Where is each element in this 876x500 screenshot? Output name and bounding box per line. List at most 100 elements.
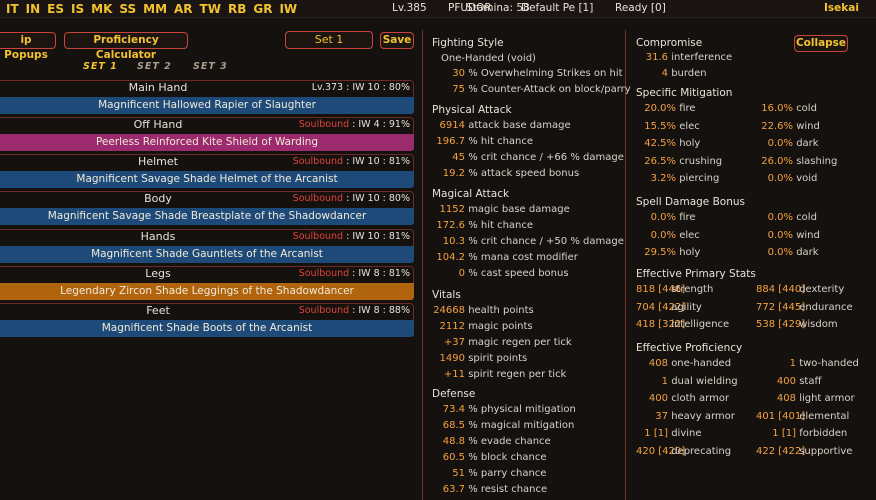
stat-value: 704 [422] <box>636 301 686 313</box>
slot-stats: : IW 8 : 88% <box>349 305 410 316</box>
stat-row: 60.5 % block chance <box>425 452 547 463</box>
equipment-slot[interactable]: Feet Soulbound : IW 8 : 88% Magnificent Sh… <box>0 303 416 337</box>
nav-link[interactable]: MM <box>143 2 167 16</box>
stat-value: 818 [446] <box>636 284 686 295</box>
top-bar: IT IN ES IS MK SS MM AR TW RB GR IW Stamina: 58 Lv.… <box>0 0 876 18</box>
equipment-slot[interactable]: Main Hand Lv.373 : IW 10 : 80% Magnificent… <box>0 80 416 114</box>
equipment-slot[interactable]: Off Hand Soulbound : IW 4 : 91% Peerless R… <box>0 117 416 151</box>
nav-link[interactable]: AR <box>174 2 193 16</box>
stat-label: cold <box>796 103 817 114</box>
slot-info: Lv.373 : IW 10 : 80% <box>312 82 410 93</box>
nav-link[interactable]: IS <box>71 2 84 16</box>
nav-link[interactable]: MK <box>91 2 112 16</box>
soulbound-label: Soulbound <box>298 268 350 279</box>
slot-name: Helmet <box>138 155 178 168</box>
section-title: Fighting Style <box>432 37 504 49</box>
stat-row: 818 [446] strength <box>636 284 713 295</box>
stat-label: % block chance <box>468 452 547 463</box>
stat-label: % mana cost modifier <box>468 252 578 263</box>
ready-status[interactable]: Ready [0] <box>615 2 666 14</box>
item-bar[interactable]: Magnificent Shade Gauntlets of the Arcan… <box>0 246 414 263</box>
stat-label: % resist chance <box>468 484 548 495</box>
stat-label: light armor <box>799 393 855 404</box>
stat-label: dexterity <box>799 284 845 295</box>
stat-value: 10.3 <box>442 236 465 247</box>
divider-right <box>625 30 626 500</box>
stat-value: 1 [1] <box>772 428 796 439</box>
nav-link[interactable]: ES <box>47 2 64 16</box>
stat-row: 0.0% wind <box>756 230 820 241</box>
stat-row: 408 one-handed <box>636 358 731 369</box>
stat-row: 26.0% slashing <box>756 156 837 167</box>
section-title: Specific Mitigation <box>636 87 733 99</box>
collapse-button[interactable]: Collapse <box>794 35 848 52</box>
tab-set-3[interactable]: SET 3 <box>193 61 228 72</box>
nav-link[interactable]: SS <box>119 2 136 16</box>
stat-row: +37 magic regen per tick <box>425 337 572 348</box>
stat-label: crushing <box>679 155 723 167</box>
slot-info: Soulbound : IW 8 : 81% <box>299 268 410 279</box>
stat-label: one-handed <box>671 358 732 369</box>
stat-row: 10.3 % crit chance / +50 % damage <box>425 236 624 247</box>
stat-row: 0.0% dark <box>756 138 819 149</box>
nav-link[interactable]: GR <box>253 2 272 16</box>
equipment-slot[interactable]: Legs Soulbound : IW 8 : 81% Legendary Zirc… <box>0 266 416 300</box>
nav-link[interactable]: IN <box>26 2 41 16</box>
slot-stats: : IW 10 : 81% <box>343 231 410 242</box>
equipment-slot[interactable]: Helmet Soulbound : IW 10 : 81% Magnificent… <box>0 154 416 188</box>
set-selector[interactable]: Set 1 <box>285 31 373 49</box>
stat-label: % hit chance <box>468 220 534 231</box>
tab-set-1[interactable]: SET 1 <box>83 61 118 72</box>
stat-label: wisdom <box>799 319 838 330</box>
stat-row: 418 [322] intelligence <box>636 319 729 330</box>
stat-row: 1490 spirit points <box>425 353 528 364</box>
tab-set-2[interactable]: SET 2 <box>137 61 172 72</box>
slot-info: Soulbound : IW 10 : 80% <box>293 193 410 204</box>
item-bar[interactable]: Magnificent Savage Shade Helmet of the A… <box>0 171 414 188</box>
stat-row: 704 [422] agility <box>636 302 702 313</box>
level-label: Lv.385 <box>392 2 427 14</box>
stat-row: 0.0% fire <box>636 212 696 223</box>
stat-label: magic base damage <box>468 204 570 215</box>
item-bar[interactable]: Legendary Zircon Shade Leggings of the S… <box>0 283 414 300</box>
stat-row: 1 [1] divine <box>636 428 701 439</box>
stat-label: holy <box>679 138 701 149</box>
stat-value: 401 [401] <box>756 410 806 422</box>
soulbound-label: Soulbound <box>292 193 344 204</box>
stat-row: 75 % Counter-Attack on block/parry <box>425 84 630 95</box>
stat-row: 24668 health points <box>425 305 534 316</box>
slot-name: Hands <box>140 230 176 243</box>
proficiency-calculator-button[interactable]: Proficiency Calculator <box>64 32 188 61</box>
section-title: Vitals <box>432 289 461 301</box>
stat-label: fire <box>679 103 696 114</box>
stat-label: strength <box>671 284 714 295</box>
stat-value: 884 [440] <box>756 284 806 295</box>
stat-label: agility <box>671 301 702 313</box>
item-bar[interactable]: Peerless Reinforced Kite Shield of Wardi… <box>0 134 414 151</box>
equipment-slot[interactable]: Hands Soulbound : IW 10 : 81% Magnificent … <box>0 229 416 263</box>
slot-info: Soulbound : IW 10 : 81% <box>293 231 410 242</box>
nav-link[interactable]: RB <box>228 2 246 16</box>
persona-select[interactable]: Default Pe [1] <box>521 2 593 14</box>
stat-row: 1152 magic base damage <box>425 204 570 215</box>
slot-stats: : IW 4 : 91% <box>349 119 410 130</box>
popups-button[interactable]: ip Popups <box>0 32 56 61</box>
nav-link[interactable]: IW <box>279 2 297 16</box>
nav-link[interactable]: IT <box>6 2 19 16</box>
world-label[interactable]: Isekai <box>824 2 859 14</box>
item-bar[interactable]: Magnificent Savage Shade Breastplate of … <box>0 208 414 225</box>
nav-link[interactable]: TW <box>200 2 221 16</box>
save-button[interactable]: Save <box>380 32 414 49</box>
stat-row: 884 [440] dexterity <box>756 284 844 295</box>
stat-label: % evade chance <box>468 436 551 447</box>
soulbound-label: Soulbound <box>292 231 344 242</box>
stat-value: 1490 <box>439 353 465 364</box>
stat-row: 772 [445] endurance <box>756 302 853 313</box>
stat-value: 16.0% <box>761 103 793 114</box>
item-bar[interactable]: Magnificent Shade Boots of the Arcanist <box>0 320 414 337</box>
equipment-slot[interactable]: Body Soulbound : IW 10 : 80% Magnificent S… <box>0 191 416 225</box>
stat-value: 26.0% <box>761 155 793 167</box>
stat-label: % cast speed bonus <box>468 268 569 279</box>
item-bar[interactable]: Magnificent Hallowed Rapier of Slaughter <box>0 97 414 114</box>
character-name[interactable]: PFUDOR <box>448 2 492 14</box>
